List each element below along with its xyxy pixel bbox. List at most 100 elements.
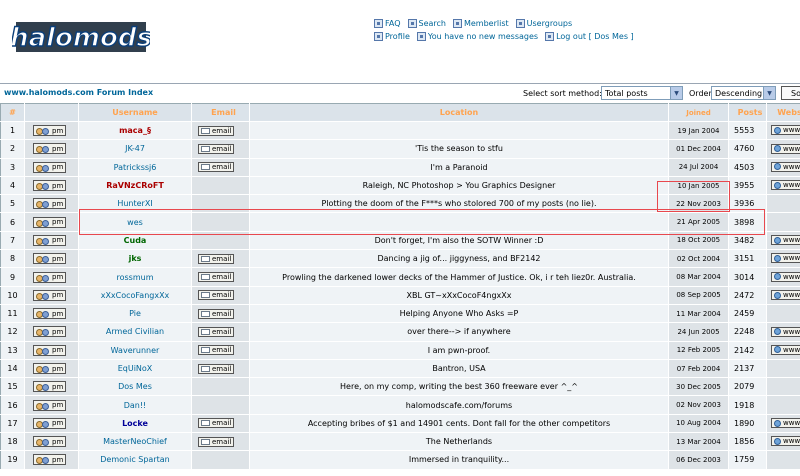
envelope-icon [201, 347, 210, 354]
email-button-label: email [212, 273, 232, 282]
joined-cell: 21 Apr 2005 [668, 212, 729, 232]
nav-profile[interactable]: Profile [374, 32, 410, 41]
username-link[interactable]: Armed Civilian [106, 327, 164, 336]
pm-button[interactable]: pm [33, 216, 67, 228]
pm-cell: pm [24, 286, 79, 305]
pm-button[interactable]: pm [33, 399, 67, 411]
pm-users-icon [36, 383, 50, 392]
username-link[interactable]: MasterNeoChief [103, 437, 167, 446]
joined-cell: 30 Dec 2005 [668, 377, 729, 397]
website-button[interactable]: www [771, 143, 800, 154]
email-button[interactable]: email [198, 125, 235, 136]
pm-button[interactable]: pm [33, 436, 67, 448]
envelope-icon [201, 255, 210, 262]
nav-memberlist[interactable]: Memberlist [452, 19, 509, 28]
pm-users-icon [36, 182, 50, 191]
website-button-label: www [783, 419, 800, 428]
username-link[interactable]: Demonic Spartan [100, 455, 169, 464]
nav-search[interactable]: Search [407, 19, 446, 28]
email-button-label: email [212, 126, 232, 135]
username-link[interactable]: Cuda [124, 236, 147, 245]
username-link[interactable]: xXxCocoFangxXx [101, 291, 170, 300]
username-cell: HunterXI [78, 194, 192, 214]
pm-button[interactable]: pm [33, 363, 67, 374]
email-button[interactable]: email [198, 345, 235, 356]
sort-button[interactable]: Sort [781, 86, 800, 100]
email-button[interactable]: email [198, 418, 235, 429]
pm-cell: pm [24, 267, 79, 287]
website-button[interactable]: www [771, 161, 800, 172]
pm-button[interactable]: pm [33, 234, 67, 246]
website-button[interactable]: www [771, 235, 800, 246]
pm-button[interactable]: pm [33, 143, 67, 155]
pm-users-icon [36, 438, 50, 447]
posts-cell: 2472 [728, 286, 767, 305]
website-button[interactable]: www [771, 253, 800, 264]
pm-button[interactable]: pm [33, 454, 67, 466]
email-button[interactable]: email [198, 253, 235, 264]
pm-button[interactable]: pm [33, 253, 67, 265]
pm-button[interactable]: pm [33, 271, 67, 283]
email-button[interactable]: email [198, 308, 235, 319]
pm-button-label: pm [52, 126, 64, 135]
email-button[interactable]: email [198, 290, 235, 301]
sort-method-select[interactable]: Total posts ▼ [601, 86, 683, 100]
email-button[interactable]: email [198, 436, 235, 447]
table-row: 10 pm xXxCocoFangxXx email XBL GT~xXxCocoF4n… [0, 286, 800, 305]
pm-button[interactable]: pm [33, 180, 67, 192]
username-link[interactable]: Dan!! [124, 401, 147, 410]
email-button[interactable]: email [198, 162, 235, 173]
website-cell: www [766, 267, 800, 287]
row-number: 13 [0, 341, 25, 360]
website-button[interactable]: www [771, 125, 800, 136]
website-cell: www [766, 176, 800, 196]
website-button-label: www [783, 291, 800, 300]
website-button[interactable]: www [771, 344, 800, 355]
website-button[interactable]: www [771, 180, 800, 191]
nav-usergroups[interactable]: Usergroups [515, 19, 572, 28]
email-button[interactable]: email [198, 143, 235, 154]
username-link[interactable]: EqUiNoX [118, 364, 153, 373]
username-link[interactable]: Pie [129, 309, 141, 318]
order-select[interactable]: Descending ▼ [711, 86, 776, 100]
nav-messages[interactable]: You have no new messages [416, 32, 538, 41]
pm-button[interactable]: pm [33, 125, 67, 137]
email-cell: email [191, 158, 250, 177]
username-link[interactable]: Patrickssj6 [114, 163, 157, 172]
username-link[interactable]: wes [127, 218, 143, 227]
pm-button[interactable]: pm [33, 326, 67, 338]
username-link[interactable]: Dos Mes [118, 382, 152, 391]
website-button[interactable]: www [771, 290, 800, 301]
joined-cell: 08 Sep 2005 [668, 286, 729, 305]
joined-cell: 10 Aug 2004 [668, 414, 729, 434]
website-button[interactable]: www [771, 436, 800, 447]
pm-button[interactable]: pm [33, 161, 67, 173]
pm-button[interactable]: pm [33, 381, 67, 393]
forum-index-link[interactable]: www.halomods.com Forum Index [4, 88, 153, 97]
email-button[interactable]: email [198, 363, 235, 374]
pm-button[interactable]: pm [33, 308, 67, 320]
nav-faq[interactable]: FAQ [374, 19, 401, 28]
username-link[interactable]: maca_§ [119, 126, 151, 135]
username-link[interactable]: JK-47 [125, 144, 145, 153]
site-logo[interactable]: halomods [12, 16, 150, 56]
username-link[interactable]: HunterXI [117, 199, 152, 208]
username-link[interactable]: jks [129, 254, 142, 263]
pm-button[interactable]: pm [33, 289, 67, 301]
username-link[interactable]: rossmum [117, 273, 154, 282]
pm-button[interactable]: pm [33, 344, 67, 356]
website-button[interactable]: www [771, 271, 800, 282]
website-button[interactable]: www [771, 326, 800, 337]
email-button[interactable]: email [198, 272, 235, 283]
envelope-icon [201, 365, 210, 372]
username-link[interactable]: RaVNzCRoFT [106, 181, 164, 190]
website-button[interactable]: www [771, 418, 800, 429]
username-link[interactable]: Locke [122, 419, 148, 428]
pm-button[interactable]: pm [33, 417, 67, 429]
nav-logout[interactable]: Log out [ Dos Mes ] [545, 32, 634, 41]
username-link[interactable]: Waverunner [111, 346, 160, 355]
envelope-icon [201, 145, 210, 152]
pm-button[interactable]: pm [33, 198, 67, 210]
email-button[interactable]: email [198, 326, 235, 337]
pm-cell: pm [24, 304, 79, 324]
